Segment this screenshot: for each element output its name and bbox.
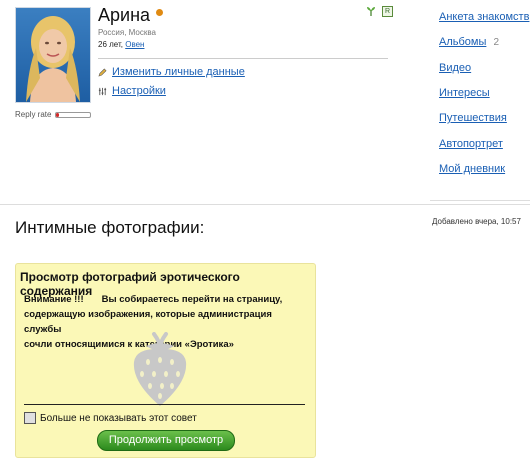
side-item-label[interactable]: Путешествия <box>439 112 507 124</box>
online-status-icon <box>156 9 164 16</box>
profile-name-row: Арина <box>98 5 164 26</box>
plant-icon[interactable] <box>366 6 376 16</box>
pencil-icon <box>98 68 107 77</box>
dont-show-checkbox[interactable] <box>24 412 36 424</box>
strawberry-icon <box>133 332 187 406</box>
reply-rate-bar <box>55 111 92 118</box>
side-item-label[interactable]: Мой дневник <box>439 163 505 175</box>
warning-divider <box>24 404 305 405</box>
albums-count: 2 <box>493 37 499 48</box>
side-item-selfportrait[interactable]: Автопортрет <box>439 138 503 150</box>
reply-rate-fill <box>56 112 59 117</box>
settings-action[interactable]: Настройки <box>98 85 166 97</box>
settings-link[interactable]: Настройки <box>112 85 166 97</box>
reply-rate: Reply rate <box>15 110 92 119</box>
r-badge-icon[interactable]: R <box>382 6 393 17</box>
section-title: Интимные фотографии: <box>15 218 205 237</box>
warning-text-line-1: Вы собираетесь перейти на страницу, <box>101 294 283 305</box>
edit-profile-link[interactable]: Изменить личные данные <box>112 66 245 78</box>
profile-age-text: 26 лет, <box>98 40 123 49</box>
profile-badges: R <box>366 6 393 17</box>
dont-show-option[interactable]: Больше не показывать этот совет <box>24 412 197 424</box>
side-item-label[interactable]: Видео <box>439 62 471 74</box>
profile-photo[interactable] <box>15 7 91 103</box>
side-item-albums[interactable]: Альбомы 2 <box>439 36 499 48</box>
profile-divider <box>98 58 388 59</box>
reply-rate-label: Reply rate <box>15 110 52 119</box>
erotic-warning-box: Просмотр фотографий эротического содержа… <box>15 263 316 458</box>
side-item-label[interactable]: Интересы <box>439 87 490 99</box>
profile-name: Арина <box>98 5 151 25</box>
dont-show-label: Больше не показывать этот совет <box>40 412 197 424</box>
side-item-label[interactable]: Автопортрет <box>439 138 503 150</box>
continue-viewing-button[interactable]: Продолжить просмотр <box>97 430 235 451</box>
profile-location: Россия, Москва <box>98 28 156 37</box>
profile-age: 26 лет, Овен <box>98 40 144 49</box>
warning-label: Внимание !!! <box>24 294 84 305</box>
added-timestamp: Добавлено вчера, 10:57 <box>432 217 521 226</box>
side-item-label[interactable]: Альбомы <box>439 36 486 48</box>
edit-profile-action[interactable]: Изменить личные данные <box>98 66 245 78</box>
side-item-diary[interactable]: Мой дневник <box>439 163 505 175</box>
settings-icon <box>98 87 107 95</box>
side-item-profile[interactable]: Анкета знакомств <box>439 11 529 23</box>
side-item-label[interactable]: Анкета знакомств <box>439 11 529 23</box>
side-divider <box>430 200 530 201</box>
side-item-interests[interactable]: Интересы <box>439 87 490 99</box>
profile-photo-image <box>16 8 90 102</box>
section-divider <box>0 204 530 205</box>
side-item-video[interactable]: Видео <box>439 62 471 74</box>
zodiac-link[interactable]: Овен <box>125 40 144 49</box>
side-item-travel[interactable]: Путешествия <box>439 112 507 124</box>
